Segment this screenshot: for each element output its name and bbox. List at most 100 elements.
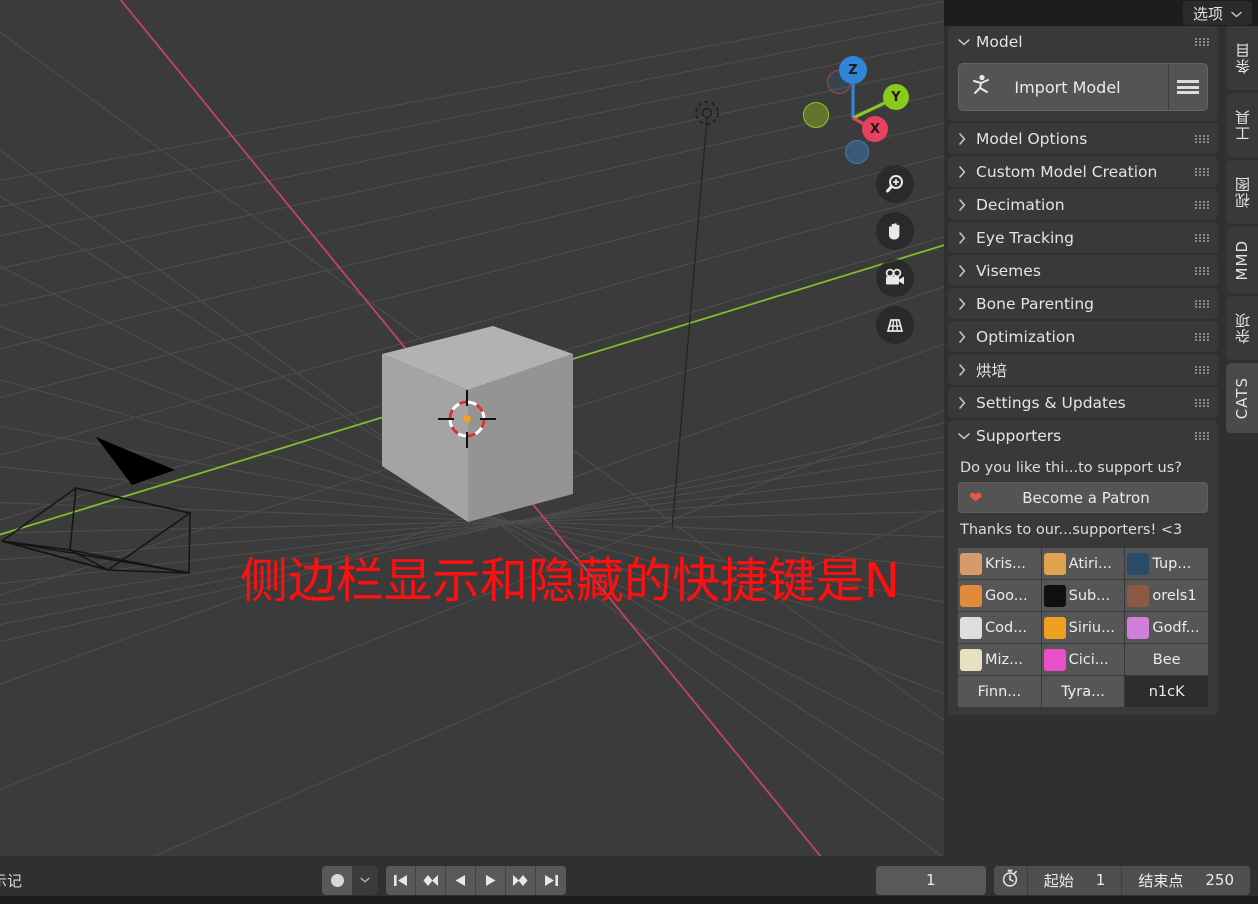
supporter-cell[interactable]: Cici... [1041,644,1125,675]
sidebar-tab-item[interactable]: 条目 [1226,26,1258,90]
3d-viewport[interactable]: Z Y X 侧边栏显示和隐藏的快捷键是N [0,0,944,856]
panel-baking: 烘培 [948,354,1218,385]
heart-icon: ❤ [969,488,983,507]
grid-perspective-icon [883,315,907,335]
magnifier-plus-icon [884,173,906,195]
supporter-avatar [960,584,982,607]
panel-grip-icon[interactable] [1195,134,1209,143]
supporter-cell[interactable]: Kris... [958,548,1041,579]
pan-tool-button[interactable] [876,212,914,250]
use-preview-range-button[interactable] [993,865,1028,895]
playback-button-group [386,865,566,895]
panel-grip-icon[interactable] [1195,37,1209,46]
start-frame-field[interactable]: 起始 1 [1027,865,1123,895]
sidebar-tab-tool[interactable]: 工具 [1226,93,1258,157]
import-model-button[interactable]: Import Model [959,64,1169,110]
panel-header-model-options[interactable]: Model Options [948,123,1218,154]
camera-view-button[interactable] [876,259,914,297]
panel-title: Visemes [976,261,1041,280]
timeline-frame-controls: 1 起始 1 结束点 250 [875,865,1250,895]
panel-header-custom-model-creation[interactable]: Custom Model Creation [948,156,1218,187]
play-reverse-icon [453,873,468,888]
prev-keyframe-button[interactable] [416,865,446,895]
gizmo-ball-y-neg[interactable] [803,102,829,128]
panel-header-bone-parenting[interactable]: Bone Parenting [948,288,1218,319]
sidebar-tab-mmd[interactable]: MMD [1226,227,1258,293]
gizmo-ball-x[interactable]: X [862,116,888,142]
supporter-cell[interactable]: Godf... [1125,612,1208,643]
panel-grip-icon[interactable] [1195,332,1209,341]
jump-to-end-button[interactable] [536,865,566,895]
supporter-cell[interactable]: Tup... [1125,548,1208,579]
supporter-name: Bee [1152,651,1181,668]
navigation-gizmo[interactable]: Z Y X [795,40,915,164]
options-dropdown-button[interactable]: 选项 [1182,1,1252,25]
blender-window: 选项 Z Y X 侧边栏显示和隐藏的快捷键是N Model Import Mod… [0,0,1258,904]
panel-title: Optimization [976,327,1076,346]
supporter-cell[interactable]: Miz... [958,644,1041,675]
supporter-cell[interactable]: Finn... [958,676,1041,707]
skip-end-icon [543,873,560,888]
supporter-cell[interactable]: Tyra... [1041,676,1125,707]
supporter-cell[interactable]: Cod... [958,612,1041,643]
options-label: 选项 [1192,4,1223,23]
panel-header-supporters[interactable]: Supporters [948,420,1218,451]
import-model-menu-button[interactable] [1169,64,1207,110]
supporter-cell[interactable]: Goo... [958,580,1041,611]
current-frame-field[interactable]: 1 [875,865,986,895]
supporter-cell[interactable]: Siriu... [1041,612,1125,643]
sidebar-tab-view[interactable]: 视图 [1226,160,1258,224]
play-reverse-button[interactable] [446,865,476,895]
chevron-right-icon [958,165,972,178]
prev-keyframe-icon [421,873,440,888]
import-model-row: Import Model [958,63,1208,111]
panel-grip-icon[interactable] [1195,200,1209,209]
gizmo-ball-x-neg[interactable] [845,140,869,164]
supporter-cell[interactable]: orels1 [1125,580,1208,611]
status-bar [0,896,1258,904]
sidebar-tab-cats[interactable]: CATS [1226,363,1258,433]
next-keyframe-button[interactable] [506,865,536,895]
supporter-avatar [1043,552,1066,575]
panel-header-baking[interactable]: 烘培 [948,354,1218,385]
become-a-patron-button[interactable]: ❤ Become a Patron [958,482,1208,513]
panel-title: Model Options [976,129,1088,148]
auto-keying-button[interactable] [322,865,352,895]
gizmo-ball-z[interactable]: Z [839,56,867,84]
cats-sidebar: Model Import Model Model Options Custom … [944,26,1222,856]
chevron-right-icon [958,231,972,244]
panel-grip-icon[interactable] [1195,233,1209,242]
tab-label: 杂项 [1233,312,1252,344]
panel-grip-icon[interactable] [1195,299,1209,308]
gizmo-ball-y[interactable]: Y [883,84,909,110]
toggle-projection-button[interactable] [876,306,914,344]
gizmo-y-label: Y [891,89,901,105]
supporter-cell[interactable]: Bee [1125,644,1208,675]
panel-header-model[interactable]: Model [948,26,1218,57]
tab-label: CATS [1233,376,1251,420]
panel-header-eye-tracking[interactable]: Eye Tracking [948,222,1218,253]
supporter-name: Goo... [985,587,1028,604]
play-button[interactable] [476,865,506,895]
panel-header-decimation[interactable]: Decimation [948,189,1218,220]
panel-visemes: Visemes [948,255,1218,286]
supporter-avatar [960,552,982,575]
auto-keying-dropdown[interactable] [352,865,378,895]
panel-grip-icon[interactable] [1195,266,1209,275]
jump-to-start-button[interactable] [386,865,416,895]
sidebar-tab-misc[interactable]: 杂项 [1226,296,1258,360]
supporter-cell[interactable]: n1cK [1125,676,1208,707]
panel-grip-icon[interactable] [1195,398,1209,407]
chevron-right-icon [958,396,972,409]
supporter-cell[interactable]: Sub... [1041,580,1125,611]
panel-grip-icon[interactable] [1195,167,1209,176]
panel-header-visemes[interactable]: Visemes [948,255,1218,286]
end-frame-field[interactable]: 结束点 250 [1122,865,1250,895]
supporter-cell[interactable]: Atiri... [1041,548,1125,579]
viewport-tool-buttons [876,165,914,344]
zoom-tool-button[interactable] [876,165,914,203]
panel-header-settings-updates[interactable]: Settings & Updates [948,387,1218,418]
panel-grip-icon[interactable] [1195,431,1209,440]
panel-header-optimization[interactable]: Optimization [948,321,1218,352]
panel-grip-icon[interactable] [1195,365,1209,374]
